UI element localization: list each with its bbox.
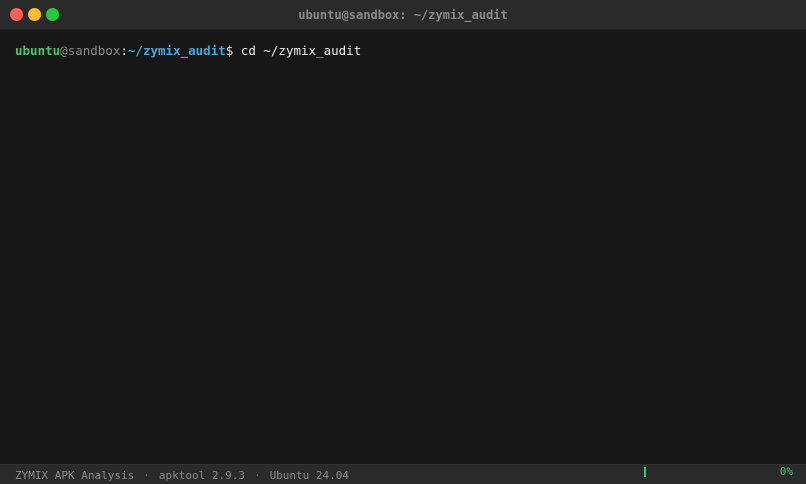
command-text: cd ~/zymix_audit — [233, 43, 362, 58]
status-bar: ZYMIX APK Analysis · apktool 2.9.3 · Ubuntu … — [0, 464, 806, 484]
prompt-host: sandbox — [67, 43, 121, 58]
window-title: ubuntu@sandbox: ~/zymix_audit — [298, 8, 508, 22]
prompt-path: ~/zymix_audit — [127, 43, 226, 58]
status-separator: · — [253, 469, 261, 482]
status-separator: · — [143, 469, 150, 482]
status-items: ZYMIX APK Analysis · apktool 2.9.3 · Ubuntu … — [15, 469, 349, 482]
prompt-user: ubuntu — [15, 43, 61, 58]
progress-indicator — [644, 467, 646, 477]
status-os-version: Ubuntu 24.04 — [269, 469, 350, 482]
title-bar[interactable]: ubuntu@sandbox: ~/zymix_audit — [0, 0, 806, 30]
prompt-at: @ — [60, 43, 68, 58]
status-tool-version: apktool 2.9.3 — [158, 469, 245, 482]
status-app-name: ZYMIX APK Analysis — [15, 469, 135, 482]
terminal-output[interactable]: ubuntu@sandbox:~/zymix_audit$ cd ~/zymix… — [0, 30, 806, 464]
terminal-window: ubuntu@sandbox: ~/zymix_audit ubuntu@san… — [0, 0, 806, 484]
command-line: ubuntu@sandbox:~/zymix_audit$ cd ~/zymix… — [15, 43, 361, 58]
progress-label: 0% — [779, 465, 793, 478]
prompt-colon: : — [120, 43, 128, 58]
